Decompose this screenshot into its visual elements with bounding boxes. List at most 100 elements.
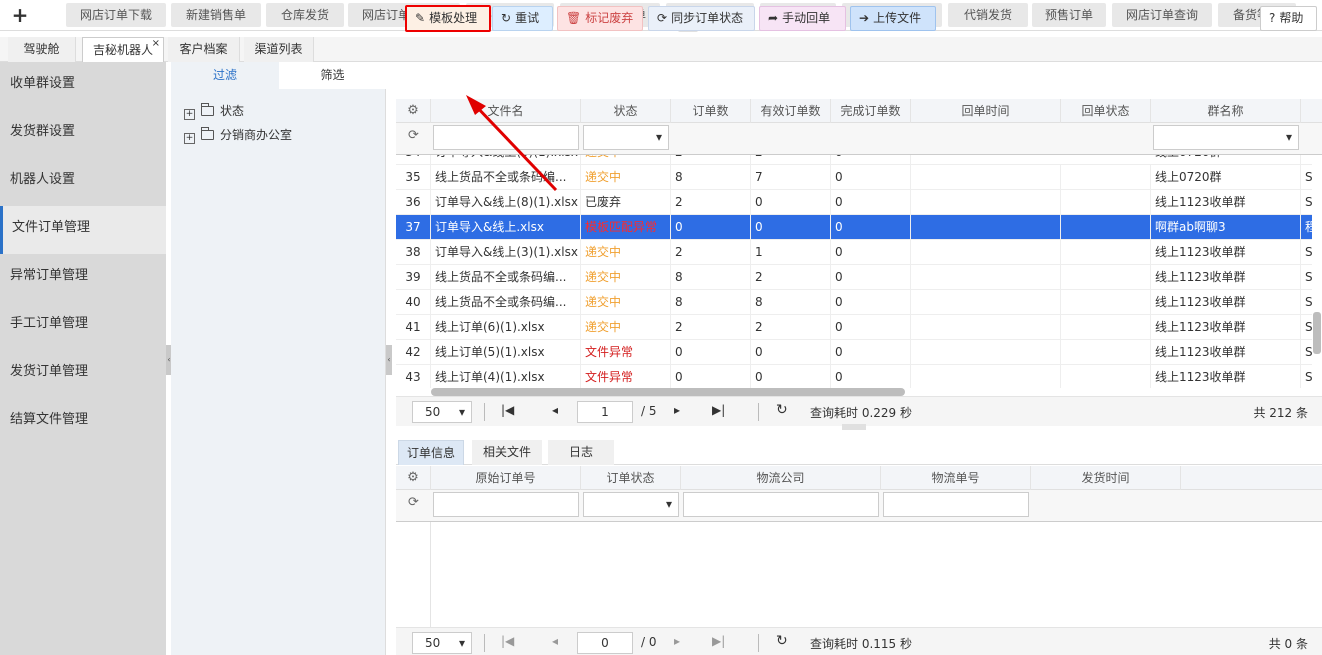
next-page-icon[interactable]: ▸ bbox=[674, 634, 680, 648]
table-row[interactable]: 38 订单导入&线上(3)(1).xlsx 递交中 2 1 0 线上1123收单群 S bbox=[396, 240, 1312, 265]
col-header[interactable]: 发货时间 bbox=[1031, 466, 1181, 490]
manual-return-button[interactable]: ➦ 手动回单 bbox=[759, 6, 846, 31]
cell-orders: 0 bbox=[671, 215, 751, 240]
cell-group: 线上1123收单群 bbox=[1151, 290, 1301, 315]
tab-customers[interactable]: 客户档案 bbox=[168, 37, 240, 62]
tree-node-status[interactable]: + 状态 bbox=[184, 102, 244, 120]
screen-tab[interactable]: 筛选 bbox=[279, 62, 386, 89]
page-input[interactable]: 1 bbox=[577, 401, 633, 423]
help-button[interactable]: ? 帮助 bbox=[1260, 6, 1317, 31]
status-filter-select[interactable] bbox=[583, 125, 669, 150]
filter-collapse-handle[interactable]: ‹ bbox=[386, 345, 392, 375]
template-process-button[interactable]: ✎ 模板处理 bbox=[405, 5, 491, 32]
page-size-select[interactable]: 50 bbox=[412, 401, 472, 423]
cell-valid: 2 bbox=[751, 315, 831, 340]
reload-icon[interactable]: ↻ bbox=[776, 402, 788, 418]
sidebar-item[interactable]: 结算文件管理 bbox=[0, 398, 166, 446]
add-tab-button[interactable]: + bbox=[10, 3, 30, 27]
tree-node-office[interactable]: + 分销商办公室 bbox=[184, 126, 292, 144]
tree-label: 分销商办公室 bbox=[220, 128, 293, 142]
col-header[interactable]: 有效订单数 bbox=[751, 99, 831, 123]
tracking-no-filter-input[interactable] bbox=[883, 492, 1029, 517]
group-filter-select[interactable] bbox=[1153, 125, 1299, 150]
table-row[interactable]: 43 线上订单(4)(1).xlsx 文件异常 0 0 0 线上1123收单群 S bbox=[396, 365, 1312, 388]
cell-group: 线上0720群 bbox=[1151, 165, 1301, 190]
cell-return-time bbox=[911, 265, 1061, 290]
nav-tab[interactable]: 网店订单查询 bbox=[1112, 3, 1212, 27]
col-header[interactable]: 状态 bbox=[581, 99, 671, 123]
table-row[interactable]: 37订单导入&线上.xlsx模板匹配异常000啊群ab啊聊3程 bbox=[396, 215, 1312, 240]
col-header[interactable]: 物流单号 bbox=[881, 466, 1031, 490]
nav-tab[interactable]: 仓库发货 bbox=[266, 3, 344, 27]
prev-page-icon[interactable]: ◂ bbox=[552, 403, 558, 417]
split-handle[interactable] bbox=[842, 424, 866, 430]
sidebar-item[interactable]: 异常订单管理 bbox=[0, 254, 166, 302]
sidebar-item[interactable]: 收单群设置 bbox=[0, 62, 166, 110]
upload-file-button[interactable]: ➔ 上传文件 bbox=[850, 6, 936, 31]
nav-tab[interactable]: 网店订单下载 bbox=[66, 3, 166, 27]
page-size-select[interactable]: 50 bbox=[412, 632, 472, 654]
tab-channels[interactable]: 渠道列表 bbox=[244, 37, 314, 62]
cell-status: 文件异常 bbox=[581, 365, 671, 388]
close-icon[interactable]: × bbox=[152, 32, 160, 56]
mark-void-button[interactable]: 🗑 标记废弃 bbox=[557, 6, 643, 31]
tab-order-info[interactable]: 订单信息 bbox=[398, 440, 464, 465]
first-page-icon[interactable]: |◀ bbox=[501, 403, 514, 417]
gear-icon[interactable]: ⚙ bbox=[396, 466, 431, 490]
sidebar-item[interactable]: 发货群设置 bbox=[0, 110, 166, 158]
last-page-icon[interactable]: ▶| bbox=[712, 634, 725, 648]
col-header[interactable]: 回单时间 bbox=[911, 99, 1061, 123]
vertical-scrollbar[interactable] bbox=[1313, 312, 1321, 354]
filename-filter-input[interactable] bbox=[433, 125, 579, 150]
refresh-icon[interactable]: ⟳ bbox=[408, 128, 419, 143]
next-page-icon[interactable]: ▸ bbox=[674, 403, 680, 417]
page-input[interactable]: 0 bbox=[577, 632, 633, 654]
order-no-filter-input[interactable] bbox=[433, 492, 579, 517]
table-row[interactable]: 36 订单导入&线上(8)(1).xlsx 已废弃 2 0 0 线上1123收单群 S bbox=[396, 190, 1312, 215]
table-row[interactable]: 41 线上订单(6)(1).xlsx 递交中 2 2 0 线上1123收单群 S bbox=[396, 315, 1312, 340]
sidebar-item[interactable]: 发货订单管理 bbox=[0, 350, 166, 398]
col-header[interactable]: 原始订单号 bbox=[431, 466, 581, 490]
refresh-icon[interactable]: ⟳ bbox=[408, 495, 419, 510]
horizontal-scrollbar[interactable] bbox=[431, 388, 905, 396]
logistics-company-filter-input[interactable] bbox=[683, 492, 879, 517]
sync-status-button[interactable]: ⟳ 同步订单状态 bbox=[648, 6, 755, 31]
table-row-partial[interactable]: 34 订单导入&线上(5)(1).xlsx 递交中 2 2 0 线上0720群 bbox=[396, 155, 1312, 165]
col-header[interactable]: 回单状态 bbox=[1061, 99, 1151, 123]
col-header[interactable]: 完成订单数 bbox=[831, 99, 911, 123]
cell-valid: 1 bbox=[751, 240, 831, 265]
col-header[interactable]: 订单数 bbox=[671, 99, 751, 123]
retry-button[interactable]: ↻ 重试 bbox=[492, 6, 553, 31]
sidebar-item[interactable]: 机器人设置 bbox=[0, 158, 166, 206]
nav-tab[interactable]: 新建销售单 bbox=[171, 3, 261, 27]
col-header[interactable]: 群名称 bbox=[1151, 99, 1301, 123]
button-label: 模板处理 bbox=[429, 11, 478, 25]
col-header[interactable]: 订单状态 bbox=[581, 466, 681, 490]
cell-group: 啊群ab啊聊3 bbox=[1151, 215, 1301, 240]
prev-page-icon[interactable]: ◂ bbox=[552, 634, 558, 648]
tab-cockpit[interactable]: 驾驶舱 bbox=[8, 37, 76, 62]
tab-log[interactable]: 日志 bbox=[548, 440, 614, 465]
tab-related-files[interactable]: 相关文件 bbox=[472, 440, 542, 465]
sidebar-item[interactable]: 手工订单管理 bbox=[0, 302, 166, 350]
first-page-icon[interactable]: |◀ bbox=[501, 634, 514, 648]
table-row[interactable]: 39 线上货品不全或条码编... 递交中 8 2 0 线上1123收单群 S bbox=[396, 265, 1312, 290]
expand-icon[interactable]: + bbox=[184, 133, 195, 144]
table-row[interactable]: 35 线上货品不全或条码编... 递交中 8 7 0 线上0720群 S bbox=[396, 165, 1312, 190]
reload-icon[interactable]: ↻ bbox=[776, 633, 788, 649]
nav-tab[interactable]: 预售订单 bbox=[1032, 3, 1106, 27]
table-row[interactable]: 40 线上货品不全或条码编... 递交中 8 8 0 线上1123收单群 S bbox=[396, 290, 1312, 315]
col-header[interactable]: 物流公司 bbox=[681, 466, 881, 490]
col-header[interactable]: 文件名 bbox=[431, 99, 581, 123]
table-row[interactable]: 42 线上订单(5)(1).xlsx 文件异常 0 0 0 线上1123收单群 S bbox=[396, 340, 1312, 365]
filter-tab[interactable]: 过滤 bbox=[171, 62, 279, 89]
cell-done: 0 bbox=[831, 240, 911, 265]
tab-robot[interactable]: 吉秘机器人 × bbox=[82, 37, 164, 62]
last-page-icon[interactable]: ▶| bbox=[712, 403, 725, 417]
expand-icon[interactable]: + bbox=[184, 109, 195, 120]
nav-tab[interactable]: 代销发货 bbox=[948, 3, 1028, 27]
sidebar-item[interactable]: 文件订单管理 bbox=[0, 206, 166, 254]
cell-done: 0 bbox=[831, 190, 911, 215]
order-status-filter-select[interactable] bbox=[583, 492, 679, 517]
gear-icon[interactable]: ⚙ bbox=[396, 99, 431, 123]
